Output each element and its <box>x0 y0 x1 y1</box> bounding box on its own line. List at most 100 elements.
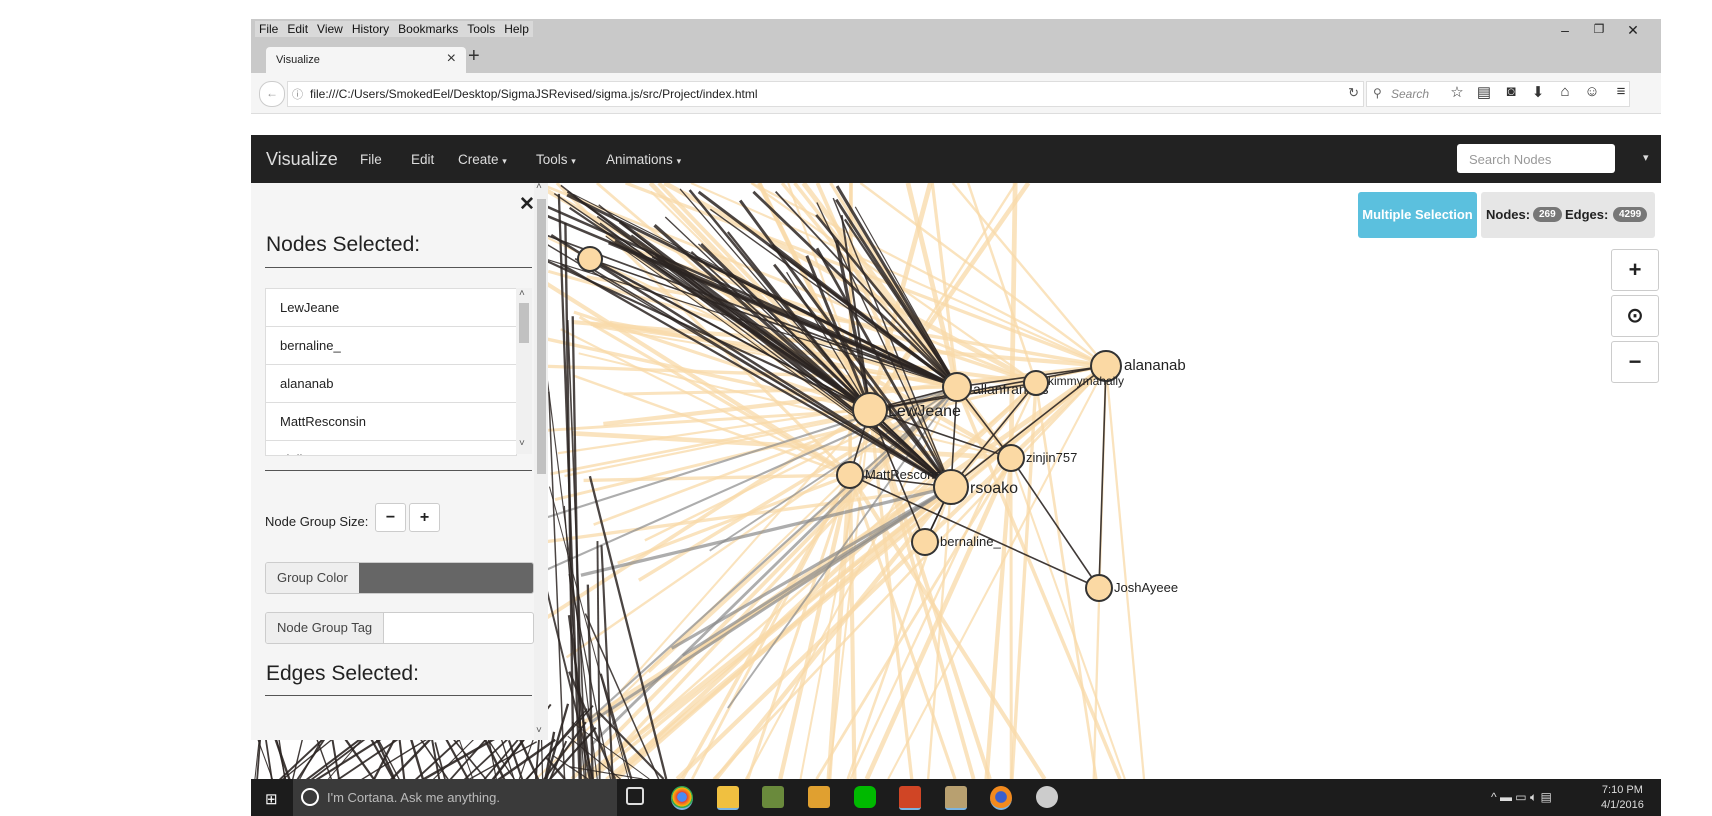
app-icon[interactable] <box>808 786 830 808</box>
zoom-out-button[interactable]: − <box>1611 341 1659 383</box>
minimize-icon[interactable]: – <box>1555 22 1575 38</box>
edges-selected-heading: Edges Selected: <box>266 662 419 686</box>
new-tab-icon[interactable]: + <box>468 45 480 68</box>
group-color-picker[interactable]: Group Color <box>265 562 534 594</box>
restore-icon[interactable]: ❐ <box>1589 22 1609 36</box>
scroll-up-icon[interactable]: ˄ <box>519 288 525 299</box>
clock[interactable]: 7:10 PM 4/1/2016 <box>1601 783 1644 813</box>
node-group-size-label: Node Group Size: <box>265 514 368 529</box>
graph-node[interactable] <box>1086 575 1112 601</box>
panel-scrollbar[interactable]: ˄ ˅ <box>534 183 548 740</box>
nav-tools[interactable]: Tools ▾ <box>536 152 576 167</box>
graph-node[interactable] <box>912 529 938 555</box>
search-icon: ⚲ <box>1373 86 1382 100</box>
clock-time: 7:10 PM <box>1601 783 1644 798</box>
graph-node[interactable] <box>934 470 968 504</box>
close-tab-icon[interactable]: × <box>447 50 456 68</box>
chat-icon[interactable]: ☺ <box>1581 83 1603 100</box>
menu-help[interactable]: Help <box>504 22 529 36</box>
pocket-icon[interactable]: ◙ <box>1500 83 1522 100</box>
browser-tab[interactable]: Visualize × <box>266 47 466 73</box>
selected-nodes-list[interactable]: LewJeane bernaline_ alananab MattRescons… <box>265 288 517 456</box>
list-item-label: MattResconsin <box>280 414 366 429</box>
graph-edge <box>399 738 404 779</box>
list-item[interactable]: MattResconsin <box>266 403 516 441</box>
graph-counts: Nodes: 269 Edges: 4299 <box>1481 192 1655 238</box>
task-view-icon[interactable] <box>626 787 644 805</box>
browser-navbar: ← ⓘ file:///C:/Users/SmokedEel/Desktop/S… <box>251 73 1661 114</box>
graph-edge <box>1106 366 1144 779</box>
graph-canvas[interactable]: alananaballanfranceskimmymahallyLewJeane… <box>251 183 1661 779</box>
graph-node[interactable] <box>998 445 1024 471</box>
close-panel-icon[interactable]: ✕ <box>519 193 534 216</box>
graph-node[interactable] <box>1024 371 1048 395</box>
nav-animations[interactable]: Animations ▾ <box>606 152 681 167</box>
chevron-down-icon: ▾ <box>571 156 576 166</box>
app-icon[interactable] <box>945 786 967 810</box>
browser-menubar: File Edit View History Bookmarks Tools H… <box>251 19 1661 41</box>
graph-edge <box>1099 366 1106 588</box>
nodes-selected-heading: Nodes Selected: <box>266 233 420 257</box>
list-item[interactable]: alananab <box>266 365 516 403</box>
windows-start-icon[interactable]: ⊞ <box>265 790 278 808</box>
graph-node[interactable] <box>853 393 887 427</box>
system-tray[interactable]: ^ ▬ ▭ 🔈︎ ▤ <box>1491 790 1552 805</box>
close-window-icon[interactable]: ✕ <box>1623 22 1643 39</box>
decrease-group-size-button[interactable]: − <box>375 503 406 532</box>
reload-icon[interactable]: ↻ <box>1348 85 1359 101</box>
menu-history[interactable]: History <box>352 22 389 36</box>
nav-create[interactable]: Create ▾ <box>458 152 507 167</box>
info-icon[interactable]: ⓘ <box>292 86 303 102</box>
reading-list-icon[interactable]: ▤ <box>1473 83 1495 101</box>
menu-edit[interactable]: Edit <box>287 22 308 36</box>
firefox-icon[interactable] <box>990 786 1012 810</box>
graph-node[interactable] <box>578 247 602 271</box>
home-icon[interactable]: ⌂ <box>1554 83 1576 100</box>
zoom-in-button[interactable]: + <box>1611 249 1659 291</box>
list-item-label: alananab <box>280 376 334 391</box>
hamburger-menu-icon[interactable]: ≡ <box>1610 83 1632 100</box>
menu-tools[interactable]: Tools <box>467 22 495 36</box>
chevron-down-icon[interactable]: ▾ <box>1643 151 1649 164</box>
url-bar[interactable]: ⓘ file:///C:/Users/SmokedEel/Desktop/Sig… <box>287 81 1364 107</box>
chrome-icon[interactable] <box>671 786 693 810</box>
scroll-down-icon[interactable]: ˅ <box>519 438 525 449</box>
powerpoint-icon[interactable] <box>899 786 921 810</box>
menu-bookmarks[interactable]: Bookmarks <box>398 22 458 36</box>
group-color-label: Group Color <box>266 563 360 593</box>
list-item[interactable]: zinjin757 <box>266 441 516 456</box>
graph-edge <box>953 183 1106 366</box>
search-nodes-input[interactable]: Search Nodes <box>1457 144 1615 173</box>
list-item[interactable]: bernaline_ <box>266 327 516 365</box>
chevron-down-icon: ▾ <box>677 156 682 166</box>
graph-node[interactable] <box>837 462 863 488</box>
app-brand[interactable]: Visualize <box>266 149 338 170</box>
group-color-swatch[interactable] <box>359 563 533 593</box>
zoom-reset-button[interactable]: ⊙ <box>1611 295 1659 337</box>
line-icon[interactable] <box>854 786 876 808</box>
download-icon[interactable]: ⬇ <box>1527 83 1549 101</box>
list-item[interactable]: LewJeane <box>266 289 516 327</box>
scroll-down-icon[interactable]: ˅ <box>536 725 542 736</box>
nav-edit[interactable]: Edit <box>411 152 434 167</box>
scroll-thumb[interactable] <box>537 199 546 474</box>
nav-file[interactable]: File <box>360 152 382 167</box>
back-icon[interactable]: ← <box>259 81 285 107</box>
tab-strip: Visualize × + <box>251 41 1661 73</box>
menu-list: File Edit View History Bookmarks Tools H… <box>255 21 533 37</box>
list-scrollbar[interactable]: ˄ ˅ <box>516 288 532 454</box>
menu-view[interactable]: View <box>317 22 343 36</box>
app-icon[interactable] <box>1036 786 1058 808</box>
cortana-search[interactable]: I'm Cortana. Ask me anything. <box>293 779 617 816</box>
scroll-thumb[interactable] <box>519 303 529 343</box>
multiple-selection-button[interactable]: Multiple Selection <box>1358 192 1477 238</box>
node-label: rsoako <box>970 480 1018 497</box>
scroll-up-icon[interactable]: ˄ <box>536 183 542 192</box>
menu-file[interactable]: File <box>259 22 278 36</box>
bookmark-star-icon[interactable]: ☆ <box>1446 83 1468 101</box>
increase-group-size-button[interactable]: + <box>409 503 440 532</box>
app-icon[interactable] <box>762 786 784 808</box>
node-group-tag-field[interactable]: Node Group Tag <box>265 612 534 644</box>
graph-node[interactable] <box>943 373 971 401</box>
file-explorer-icon[interactable] <box>717 786 739 810</box>
